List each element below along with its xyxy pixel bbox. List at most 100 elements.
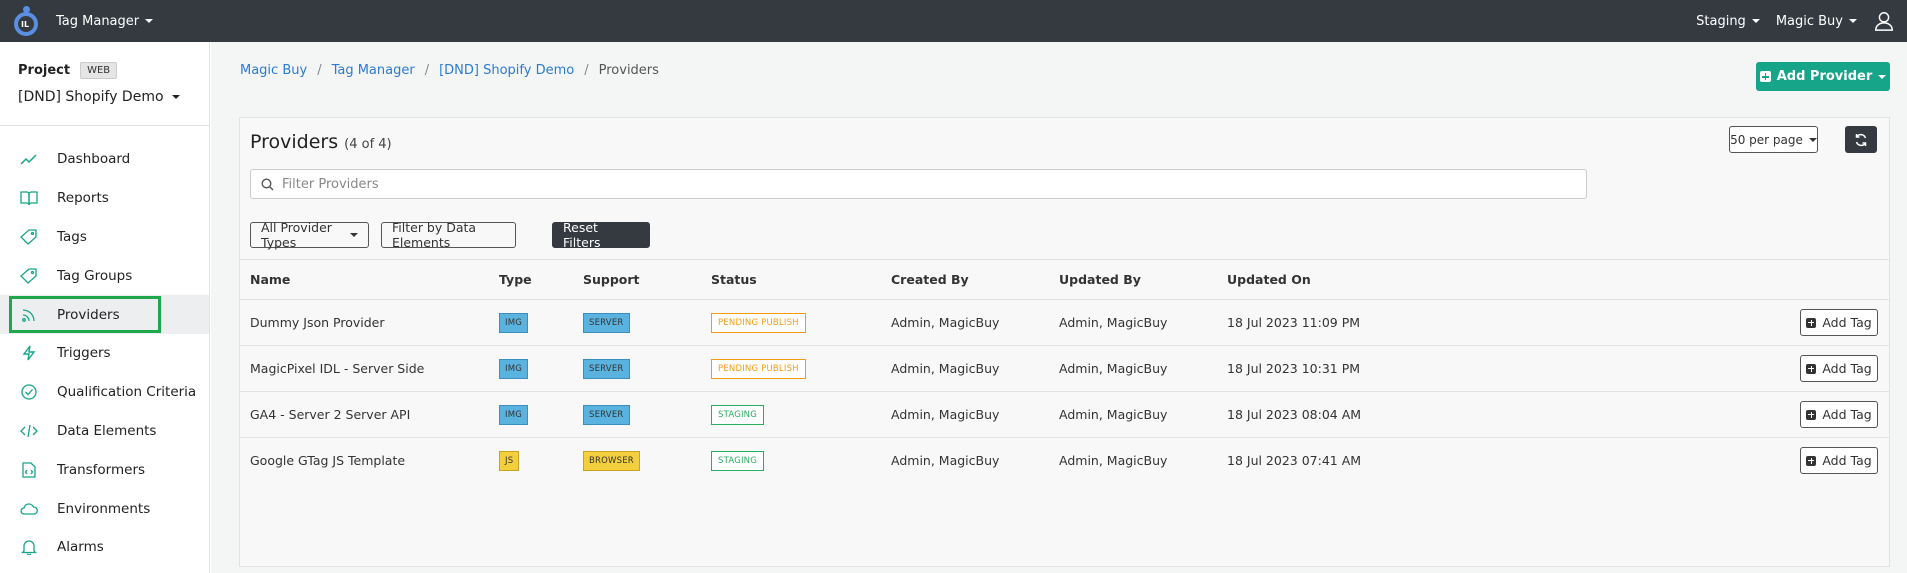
refresh-button[interactable] — [1845, 126, 1877, 153]
support-badge: SERVER — [583, 312, 630, 333]
column-header-type[interactable]: Type — [499, 272, 532, 287]
table-row[interactable]: Google GTag JS Template JS BROWSER STAGI… — [240, 437, 1889, 483]
sidebar-item-dashboard[interactable]: Dashboard — [0, 140, 209, 179]
plus-square-icon — [1806, 455, 1817, 466]
search-icon — [261, 177, 274, 190]
updated-on: 18 Jul 2023 11:09 PM — [1227, 315, 1361, 330]
project-label: Project — [18, 63, 71, 78]
breadcrumb: Magic Buy / Tag Manager / [DND] Shopify … — [240, 63, 659, 78]
environment-label: Staging — [1696, 13, 1746, 29]
chevron-down-icon — [1878, 74, 1887, 79]
chevron-down-icon — [1849, 19, 1857, 23]
reset-filters-button[interactable]: Reset Filters — [552, 220, 650, 250]
environment-dropdown[interactable]: Staging — [1696, 14, 1760, 29]
sidebar-item-label: Tag Groups — [57, 267, 133, 284]
column-header-status[interactable]: Status — [711, 272, 757, 287]
reset-filters-label: Reset Filters — [563, 220, 601, 250]
providers-card: Providers (4 of 4) 50 per page All Provi… — [239, 117, 1890, 567]
table-row[interactable]: MagicPixel IDL - Server Side IMG SERVER … — [240, 345, 1889, 391]
sidebar-item-qualification-criteria[interactable]: Qualification Criteria — [0, 373, 209, 412]
column-header-name[interactable]: Name — [250, 272, 290, 287]
refresh-icon — [1855, 133, 1867, 146]
sidebar-item-reports[interactable]: Reports — [0, 179, 209, 218]
provider-name[interactable]: GA4 - Server 2 Server API — [250, 407, 410, 422]
card-title: Providers — [250, 131, 339, 153]
column-header-created-by[interactable]: Created By — [891, 272, 969, 287]
sidebar-item-data-elements[interactable]: Data Elements — [0, 412, 209, 451]
code-icon — [20, 422, 38, 440]
add-tag-button[interactable]: Add Tag — [1800, 355, 1878, 382]
org-dropdown[interactable]: Magic Buy — [1776, 14, 1857, 29]
provider-name[interactable]: MagicPixel IDL - Server Side — [250, 361, 424, 376]
search-field[interactable] — [250, 169, 1587, 199]
plus-square-icon — [1806, 363, 1817, 374]
column-header-updated-by[interactable]: Updated By — [1059, 272, 1141, 287]
file-code-icon — [20, 461, 38, 479]
bolt-icon — [20, 344, 38, 362]
data-elements-filter-button[interactable]: Filter by Data Elements — [381, 220, 516, 250]
provider-name[interactable]: Google GTag JS Template — [250, 453, 405, 468]
sidebar-item-alarms[interactable]: Alarms — [0, 528, 209, 567]
sidebar-item-label: Tags — [57, 228, 87, 245]
plus-square-icon — [1806, 409, 1817, 420]
sidebar-item-triggers[interactable]: Triggers — [0, 334, 209, 373]
type-badge: IMG — [499, 358, 529, 379]
sidebar-item-providers[interactable]: Providers — [0, 295, 209, 334]
app-logo[interactable]: IL — [12, 6, 42, 36]
project-dropdown[interactable]: [DND] Shopify Demo — [18, 89, 191, 105]
sidebar-item-environments[interactable]: Environments — [0, 489, 209, 528]
tag-icon — [20, 228, 38, 246]
project-platform-badge: WEB — [80, 62, 118, 79]
top-navbar: IL Tag Manager Staging Magic Buy — [0, 0, 1907, 42]
search-input[interactable] — [282, 176, 1482, 192]
breadcrumb-separator: / — [584, 63, 589, 78]
add-provider-button[interactable]: Add Provider — [1756, 62, 1890, 91]
per-page-dropdown[interactable]: 50 per page — [1729, 126, 1818, 153]
chevron-down-icon — [350, 233, 358, 237]
per-page-label: 50 per page — [1730, 132, 1803, 147]
status-badge: STAGING — [711, 450, 765, 471]
add-tag-button[interactable]: Add Tag — [1800, 309, 1878, 336]
active-item-highlight — [9, 296, 161, 334]
project-selector: Project WEB [DND] Shopify Demo — [0, 42, 209, 126]
tag-icon — [20, 267, 38, 285]
provider-name[interactable]: Dummy Json Provider — [250, 315, 384, 330]
created-by: Admin, MagicBuy — [891, 315, 1000, 330]
sidebar-item-tag-groups[interactable]: Tag Groups — [0, 256, 209, 295]
breadcrumb-separator: / — [317, 63, 322, 78]
updated-by: Admin, MagicBuy — [1059, 453, 1168, 468]
add-provider-label: Add Provider — [1776, 69, 1873, 84]
provider-count: (4 of 4) — [344, 137, 392, 152]
add-tag-button[interactable]: Add Tag — [1800, 447, 1878, 474]
bell-icon — [20, 538, 38, 556]
sidebar: Project WEB [DND] Shopify Demo Dashboard… — [0, 42, 210, 573]
sidebar-item-label: Data Elements — [57, 422, 157, 439]
status-badge: STAGING — [711, 404, 765, 425]
add-tag-label: Add Tag — [1822, 315, 1872, 330]
main-content: Magic Buy / Tag Manager / [DND] Shopify … — [211, 42, 1907, 573]
providers-table: Name Type Support Status Created By Upda… — [240, 259, 1889, 483]
status-badge: PENDING PUBLISH — [711, 312, 806, 333]
sidebar-item-label: Environments — [57, 500, 151, 517]
support-badge: SERVER — [583, 358, 630, 379]
add-tag-button[interactable]: Add Tag — [1800, 401, 1878, 428]
user-icon[interactable] — [1873, 10, 1895, 32]
breadcrumb-link[interactable]: [DND] Shopify Demo — [439, 63, 574, 78]
sidebar-item-tags[interactable]: Tags — [0, 218, 209, 257]
table-row[interactable]: Dummy Json Provider IMG SERVER PENDING P… — [240, 299, 1889, 345]
table-row[interactable]: GA4 - Server 2 Server API IMG SERVER STA… — [240, 391, 1889, 437]
type-badge: IMG — [499, 404, 529, 425]
column-header-support[interactable]: Support — [583, 272, 640, 287]
breadcrumb-link[interactable]: Magic Buy — [240, 63, 307, 78]
table-header: Name Type Support Status Created By Upda… — [240, 259, 1889, 299]
breadcrumb-link[interactable]: Tag Manager — [332, 63, 415, 78]
app-switcher-dropdown[interactable]: Tag Manager — [56, 14, 154, 29]
updated-on: 18 Jul 2023 07:41 AM — [1227, 453, 1362, 468]
provider-types-filter[interactable]: All Provider Types — [250, 220, 369, 250]
chevron-down-icon — [1751, 19, 1760, 23]
column-header-updated-on[interactable]: Updated On — [1227, 272, 1311, 287]
breadcrumb-separator: / — [424, 63, 430, 78]
sidebar-item-transformers[interactable]: Transformers — [0, 450, 209, 489]
type-badge: IMG — [499, 312, 529, 333]
book-icon — [20, 189, 38, 207]
